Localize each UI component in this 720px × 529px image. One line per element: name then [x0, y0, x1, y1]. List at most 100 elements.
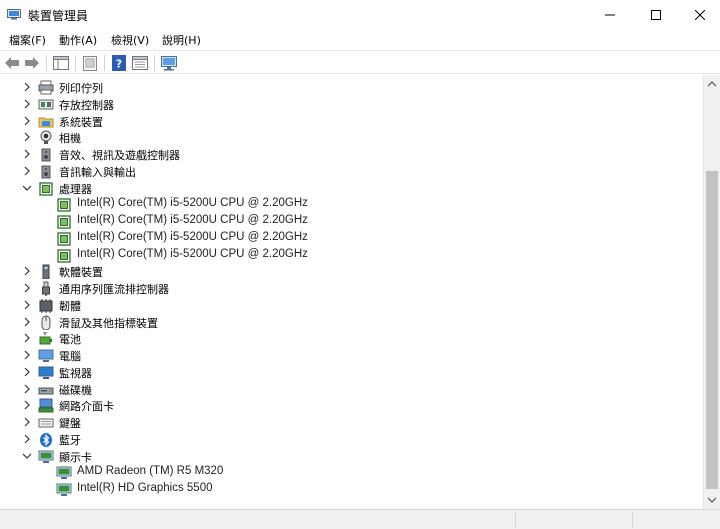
chevron-right-icon[interactable] [22, 299, 32, 311]
chevron-right-icon[interactable] [22, 433, 32, 445]
menu-view[interactable]: 檢視(V) [111, 32, 149, 48]
tree-category-row[interactable]: 處理器 [0, 180, 703, 197]
help-icon: ? [112, 55, 126, 71]
mouse-icon [41, 315, 51, 330]
menu-bar: 檔案(F) 動作(A) 檢視(V) 說明(H) [0, 30, 720, 49]
tree-category-row[interactable]: 相機 [0, 129, 703, 146]
chevron-right-icon[interactable] [22, 265, 32, 277]
category-label: 相機 [59, 132, 81, 146]
view-button[interactable] [131, 54, 149, 72]
software-device-icon [42, 264, 50, 280]
chevron-right-icon[interactable] [22, 366, 32, 378]
tree-device-row[interactable]: Intel(R) Core(TM) i5-5200U CPU @ 2.20GHz [0, 230, 703, 247]
tree-category-row[interactable]: 音效、視訊及遊戲控制器 [0, 146, 703, 163]
chevron-down-icon[interactable] [22, 450, 32, 462]
tree-category-row[interactable]: 通用序列匯流排控制器 [0, 280, 703, 297]
category-label: 處理器 [59, 182, 92, 196]
chevron-right-icon[interactable] [22, 148, 32, 160]
forward-button[interactable] [23, 54, 41, 72]
category-label: 電池 [59, 333, 81, 347]
network-adapter-icon [38, 398, 54, 413]
close-button[interactable] [677, 0, 720, 30]
tree-category-row[interactable]: 音訊輸入與輸出 [0, 163, 703, 180]
speaker-icon [41, 148, 51, 162]
show-hide-tree-button[interactable] [52, 54, 70, 72]
tree-category-row[interactable]: 顯示卡 [0, 448, 703, 465]
storage-controller-icon [38, 99, 54, 110]
tree-device-row[interactable]: Intel(R) Core(TM) i5-5200U CPU @ 2.20GHz [0, 247, 703, 264]
tree-device-row[interactable]: AMD Radeon (TM) R5 M320 [0, 464, 703, 481]
usb-icon [42, 281, 50, 296]
category-label: 音訊輸入與輸出 [59, 165, 136, 179]
keyboard-icon [38, 418, 54, 428]
tree-category-row[interactable]: 電池 [0, 330, 703, 347]
maximize-button[interactable] [633, 0, 679, 30]
tree-device-row[interactable]: Intel(R) Core(TM) i5-5200U CPU @ 2.20GHz [0, 213, 703, 230]
menu-help[interactable]: 說明(H) [162, 32, 201, 48]
device-manager-icon[interactable] [7, 9, 21, 20]
chevron-right-icon[interactable] [22, 282, 32, 294]
scan-hardware-button[interactable] [160, 54, 178, 72]
device-tree[interactable]: 列印佇列 存放控制器 系統裝置 相機 音效、視訊及遊戲控制器 音訊輸入與輸出 處理器 Inte… [0, 75, 703, 509]
tree-category-row[interactable]: 系統裝置 [0, 113, 703, 130]
tree-category-row[interactable]: 存放控制器 [0, 96, 703, 113]
tree-category-row[interactable]: 藍牙 [0, 431, 703, 448]
status-bar [0, 509, 720, 529]
processor-icon [39, 181, 53, 196]
tree-category-row[interactable]: 電腦 [0, 347, 703, 364]
bluetooth-icon [40, 432, 52, 447]
minimize-button[interactable] [587, 0, 633, 30]
device-label: Intel(R) Core(TM) i5-5200U CPU @ 2.20GHz [77, 197, 308, 210]
chevron-right-icon[interactable] [22, 349, 32, 361]
scrollbar-thumb[interactable] [706, 171, 718, 489]
camera-icon [40, 130, 52, 145]
scroll-down-arrow-icon[interactable] [707, 495, 717, 505]
window-title: 裝置管理員 [28, 9, 89, 23]
speaker-icon [41, 165, 51, 179]
chevron-right-icon[interactable] [22, 399, 32, 411]
battery-icon [39, 332, 52, 345]
chevron-right-icon[interactable] [22, 416, 32, 428]
tree-device-row[interactable]: Intel(R) HD Graphics 5500 [0, 481, 703, 498]
processor-icon [57, 232, 71, 246]
device-label: Intel(R) Core(TM) i5-5200U CPU @ 2.20GHz [77, 247, 308, 260]
chevron-right-icon[interactable] [22, 165, 32, 177]
title-bar: 裝置管理員 [0, 0, 720, 30]
category-label: 列印佇列 [59, 82, 103, 95]
tree-category-row[interactable]: 網路介面卡 [0, 397, 703, 414]
chevron-right-icon[interactable] [22, 115, 32, 127]
display-adapter-icon [56, 483, 72, 496]
category-label: 網路介面卡 [59, 400, 114, 414]
device-label: Intel(R) Core(TM) i5-5200U CPU @ 2.20GHz [77, 230, 308, 243]
tree-category-row[interactable]: 鍵盤 [0, 414, 703, 431]
menu-file[interactable]: 檔案(F) [9, 32, 46, 48]
vertical-scrollbar[interactable] [703, 75, 720, 509]
tree-category-row[interactable]: 監視器 [0, 364, 703, 381]
display-adapter-icon [38, 450, 54, 463]
svg-text:?: ? [116, 58, 122, 71]
chevron-right-icon[interactable] [22, 332, 32, 344]
system-folder-icon [38, 117, 54, 127]
chevron-right-icon[interactable] [22, 81, 32, 93]
category-label: 磁碟機 [59, 383, 92, 397]
chevron-right-icon[interactable] [22, 98, 32, 110]
category-label: 存放控制器 [59, 98, 114, 112]
tree-category-row[interactable]: 磁碟機 [0, 381, 703, 398]
chevron-down-icon[interactable] [22, 182, 32, 194]
tree-category-row[interactable]: 軟體裝置 [0, 263, 703, 280]
scroll-up-arrow-icon[interactable] [707, 79, 717, 89]
chevron-right-icon[interactable] [22, 131, 32, 143]
disk-drive-icon [38, 387, 54, 394]
chevron-right-icon[interactable] [22, 316, 32, 328]
properties-button[interactable] [81, 54, 99, 72]
chevron-right-icon[interactable] [22, 383, 32, 395]
tree-category-row[interactable]: 列印佇列 [0, 79, 703, 96]
tree-category-row[interactable]: 韌體 [0, 297, 703, 314]
help-button[interactable]: ? [110, 54, 128, 72]
tree-device-row[interactable]: Intel(R) Core(TM) i5-5200U CPU @ 2.20GHz [0, 196, 703, 213]
tree-category-row[interactable]: 滑鼠及其他指標裝置 [0, 314, 703, 331]
menu-action[interactable]: 動作(A) [59, 32, 97, 48]
back-button[interactable] [3, 54, 21, 72]
maximize-icon [651, 10, 661, 20]
computer-icon [38, 349, 54, 362]
